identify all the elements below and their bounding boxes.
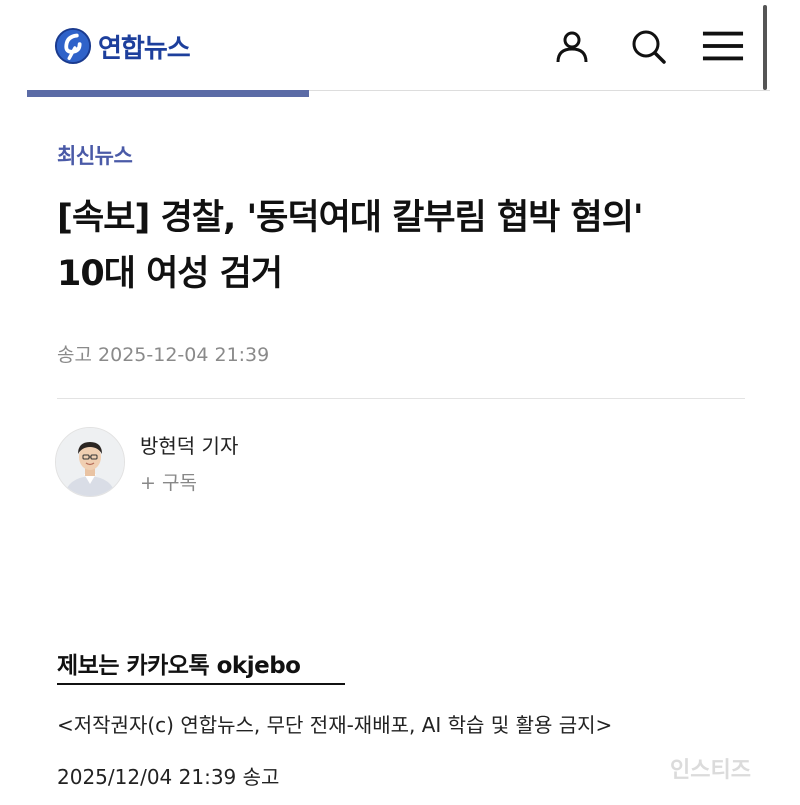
divider (57, 398, 745, 399)
logo-text: 연합뉴스 (98, 33, 191, 64)
search-icon[interactable] (627, 25, 669, 67)
sent-time: 2025-12-04 21:39 (98, 344, 270, 366)
article-meta: 송고 2025-12-04 21:39 (57, 340, 269, 367)
menu-icon[interactable] (702, 25, 744, 67)
reporter-name[interactable]: 방현덕 기자 (140, 430, 238, 459)
yonhap-logo[interactable]: 연합뉴스 (54, 26, 191, 66)
article-title-line2: 10대 여성 검거 (57, 254, 283, 294)
article-title: [속보] 경찰, '동덕여대 칼부림 협박 혐의' 10대 여성 검거 (57, 190, 757, 302)
subscribe-button[interactable]: + 구독 (140, 468, 197, 495)
reading-progress-bar (27, 90, 309, 97)
category-link[interactable]: 최신뉴스 (57, 140, 133, 170)
tip-link[interactable]: 제보는 카카오톡 okjebo (57, 646, 301, 680)
footer-datetime: 2025/12/04 21:39 송고 (57, 765, 280, 789)
user-icon[interactable] (551, 25, 593, 67)
tip-underline (57, 683, 345, 685)
copyright-notice: <저작권자(c) 연합뉴스, 무단 전재-재배포, AI 학습 및 활용 금지> (57, 713, 613, 737)
reporter-photo-icon (56, 428, 124, 496)
reporter-avatar[interactable] (55, 427, 125, 497)
site-header: 연합뉴스 (0, 0, 800, 97)
yonhap-logo-mark-icon (54, 27, 92, 65)
scrollbar[interactable] (763, 5, 767, 90)
article-title-line1: [속보] 경찰, '동덕여대 칼부림 협박 혐의' (57, 198, 644, 238)
watermark-text: 인스티즈 (670, 758, 751, 783)
sent-label: 송고 (57, 344, 92, 366)
